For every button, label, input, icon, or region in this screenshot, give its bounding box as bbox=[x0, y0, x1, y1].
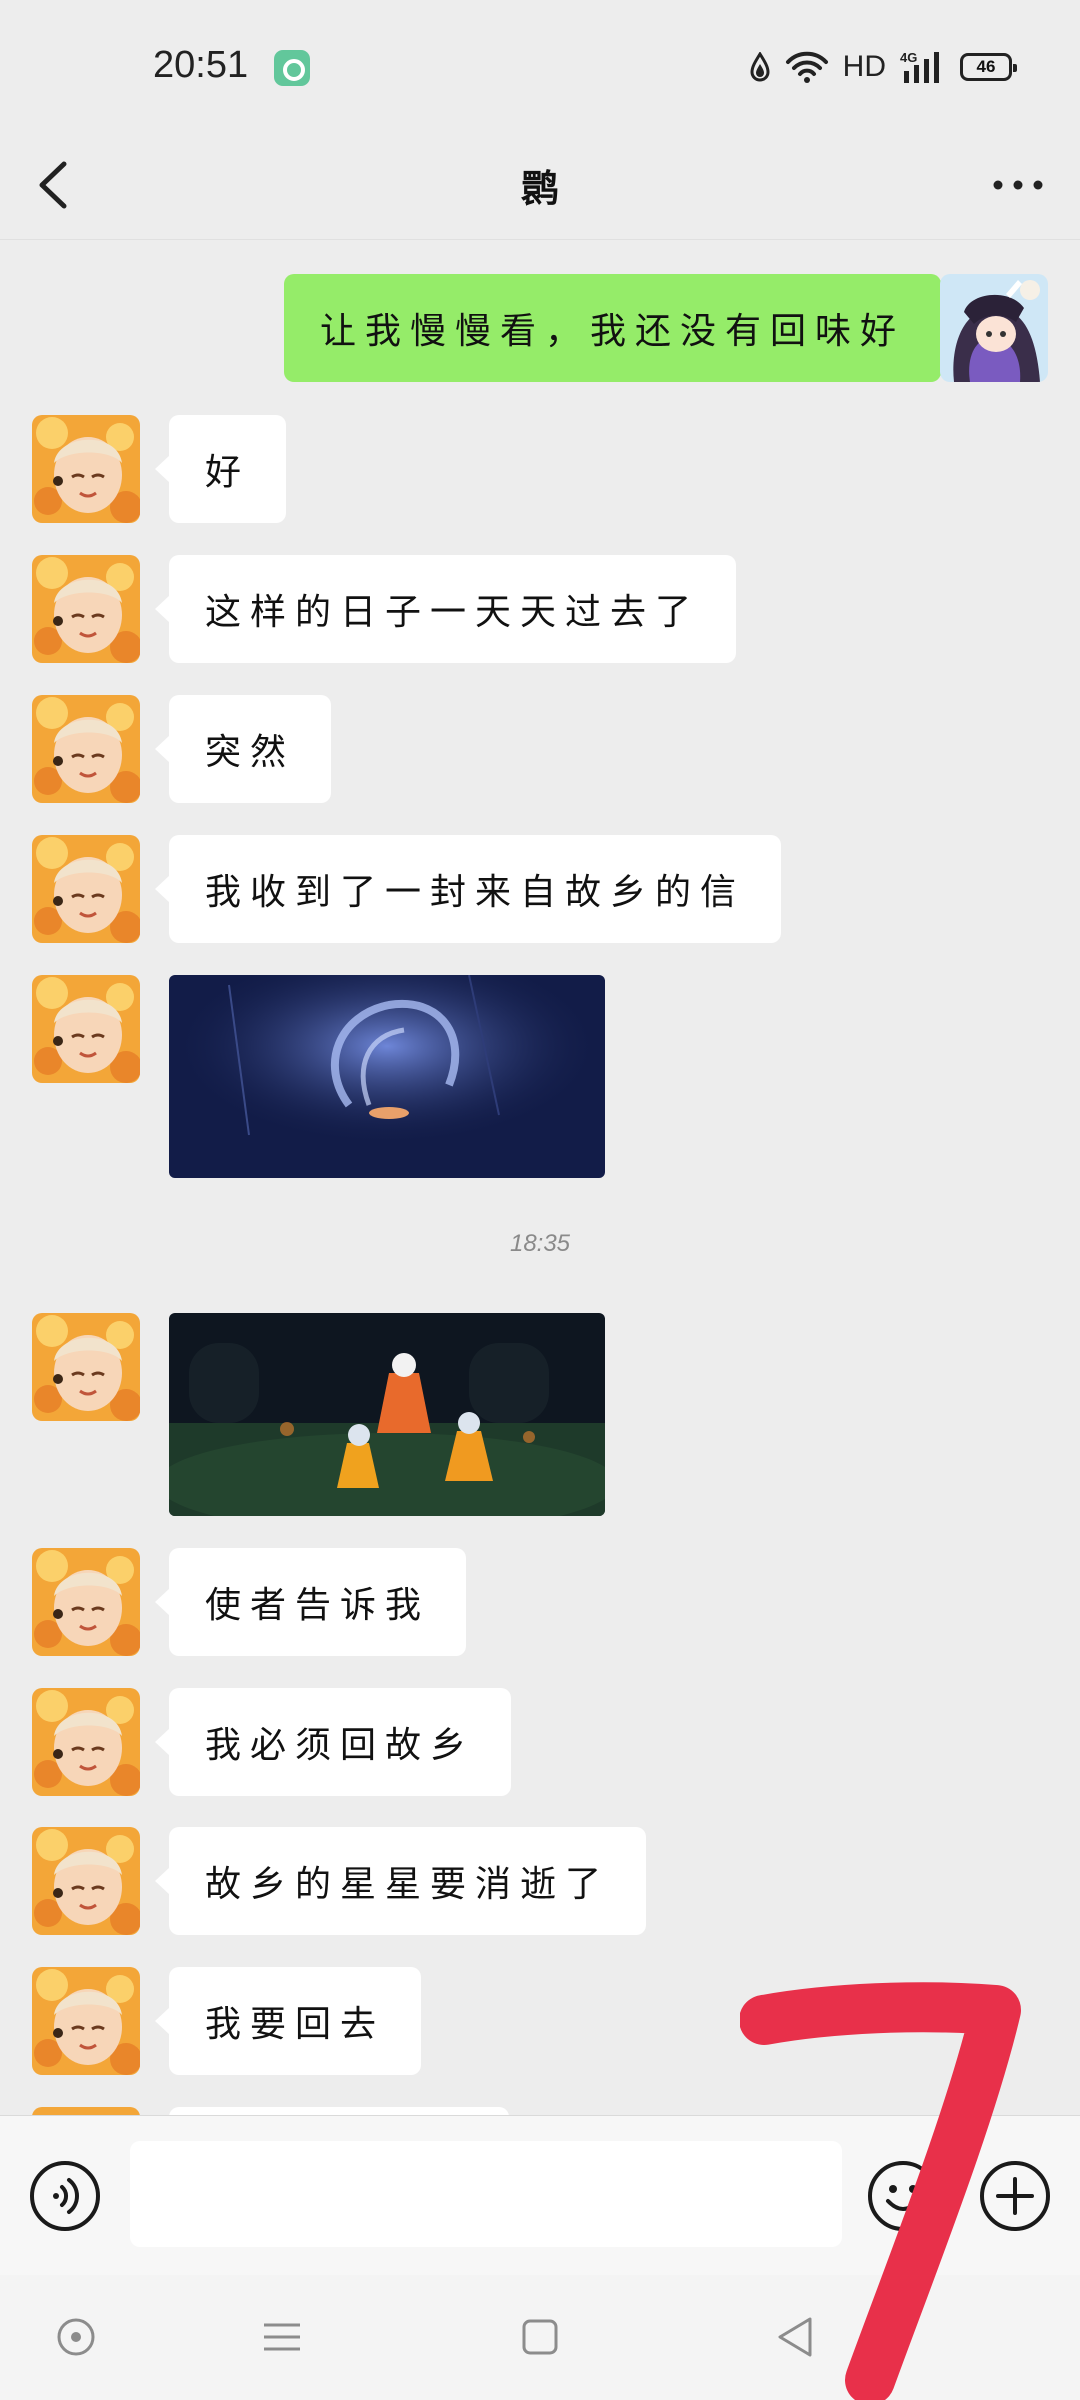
timestamp-separator: 18:35 bbox=[509, 1230, 571, 1257]
wifi-icon bbox=[785, 51, 828, 83]
contact-avatar[interactable] bbox=[32, 555, 140, 663]
voice-icon[interactable] bbox=[28, 2159, 102, 2233]
battery-level: 46 bbox=[976, 57, 996, 76]
battery-icon: 46 bbox=[960, 53, 1017, 81]
contact-avatar[interactable] bbox=[32, 2107, 140, 2115]
status-indicators: HD 4G 46 bbox=[749, 46, 1017, 88]
message-list[interactable]: 让我慢慢看，我还没有回味好 好 这样的日子一天天过去了 突然 我收到了一封来自故… bbox=[0, 240, 1080, 2115]
menu-icon[interactable] bbox=[252, 2307, 312, 2367]
message-bubble-incoming[interactable]: 我要回去 bbox=[154, 1967, 422, 2075]
image-message-spirit[interactable] bbox=[169, 975, 605, 1178]
hd-label: HD bbox=[842, 50, 886, 83]
assistant-dot-icon[interactable] bbox=[46, 2307, 106, 2367]
status-bar: 20:51 HD 4G 46 bbox=[0, 0, 1080, 130]
contact-avatar[interactable] bbox=[32, 835, 140, 943]
contact-avatar[interactable] bbox=[32, 1827, 140, 1935]
contact-avatar[interactable] bbox=[32, 1688, 140, 1796]
message-bubble-incoming[interactable]: 故乡的星星要消逝了 bbox=[154, 1827, 647, 1935]
message-bubble-incoming[interactable]: 我收到了一封来自故乡的信 bbox=[154, 835, 782, 943]
image-message-meadow[interactable] bbox=[169, 1313, 605, 1516]
signal-type-label: 4G bbox=[900, 50, 917, 65]
contact-avatar[interactable] bbox=[32, 1548, 140, 1656]
message-bubble-incoming[interactable]: 突然 bbox=[154, 695, 332, 803]
contact-avatar[interactable] bbox=[32, 1313, 140, 1421]
message-bubble-incoming[interactable]: 好 bbox=[154, 415, 287, 523]
cellular-signal-icon: 4G bbox=[900, 50, 939, 83]
message-bubble-incoming[interactable] bbox=[169, 2107, 509, 2115]
contact-avatar[interactable] bbox=[32, 415, 140, 523]
status-time: 20:51 bbox=[153, 44, 249, 86]
message-bubble-incoming[interactable]: 我必须回故乡 bbox=[154, 1688, 512, 1796]
message-bubble-outgoing[interactable]: 让我慢慢看，我还没有回味好 bbox=[283, 274, 956, 382]
my-avatar[interactable] bbox=[940, 274, 1048, 382]
chat-input-bar bbox=[0, 2115, 1080, 2275]
message-bubble-incoming[interactable]: 这样的日子一天天过去了 bbox=[154, 555, 737, 663]
back-triangle-icon[interactable] bbox=[766, 2307, 826, 2367]
system-nav-bar bbox=[0, 2275, 1080, 2400]
data-saver-drop-icon bbox=[750, 52, 770, 82]
contact-avatar[interactable] bbox=[32, 695, 140, 803]
more-horizontal-icon[interactable] bbox=[990, 170, 1046, 200]
app-notification-icon bbox=[274, 50, 310, 86]
emoji-icon[interactable] bbox=[866, 2159, 940, 2233]
chat-header: 鹮 bbox=[0, 130, 1080, 240]
chat-title: 鹮 bbox=[520, 167, 559, 211]
plus-circle-icon[interactable] bbox=[978, 2159, 1052, 2233]
contact-avatar[interactable] bbox=[32, 1967, 140, 2075]
home-square-icon[interactable] bbox=[510, 2307, 570, 2367]
message-input[interactable] bbox=[130, 2141, 842, 2247]
contact-avatar[interactable] bbox=[32, 975, 140, 1083]
message-bubble-incoming[interactable]: 使者告诉我 bbox=[154, 1548, 467, 1656]
